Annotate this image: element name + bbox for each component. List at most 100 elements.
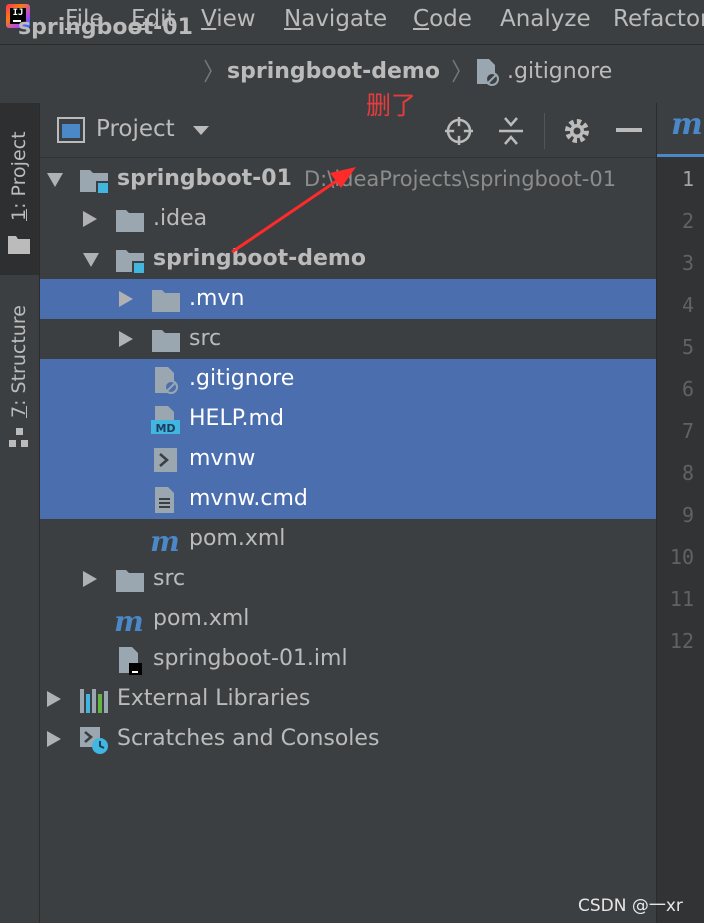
project-tree: springboot-01 D:\ideaProjects\springboot-… (40, 158, 656, 923)
expand-arrow-right-icon[interactable] (119, 331, 133, 347)
module-folder-icon (116, 250, 145, 274)
line-number: 6 (681, 377, 694, 401)
toolbar-divider (544, 113, 545, 149)
line-number: 12 (669, 629, 694, 653)
tree-row-scratches-and-consoles[interactable]: Scratches and Consoles (40, 719, 656, 759)
maven-icon: m (150, 525, 180, 555)
tree-item-label: springboot-01 (117, 166, 292, 191)
project-view-icon (57, 117, 85, 143)
svg-text:MD: MD (155, 422, 175, 435)
hide-icon[interactable] (616, 128, 642, 134)
tree-row-idea[interactable]: .idea (40, 199, 656, 239)
expand-arrow-right-icon[interactable] (47, 691, 61, 707)
tree-item-label: springboot-01.iml (153, 646, 348, 671)
tree-row-help-md[interactable]: MD HELP.md (40, 399, 656, 439)
tool-tab-project[interactable]: 1: Project (0, 103, 39, 275)
tree-row-src[interactable]: src (40, 319, 656, 359)
markdown-file-icon: MD (151, 406, 180, 435)
expand-arrow-down-icon[interactable] (47, 173, 63, 187)
breadcrumb-item-springboot-demo[interactable]: springboot-demo (227, 57, 440, 87)
svg-text:m: m (114, 605, 144, 635)
tree-row-src[interactable]: src (40, 559, 656, 599)
line-number: 9 (681, 503, 694, 527)
structure-icon (9, 428, 28, 447)
maven-icon: m (114, 605, 144, 635)
editor-gutter (656, 103, 704, 923)
project-panel-header: Project (40, 103, 656, 158)
folder-icon (116, 570, 144, 592)
tree-row-pom-xml[interactable]: m pom.xml (40, 599, 656, 639)
tree-item-label: src (153, 566, 186, 591)
expand-arrow-right-icon[interactable] (83, 571, 97, 587)
expand-arrow-right-icon[interactable] (47, 731, 61, 747)
expand-arrow-right-icon[interactable] (119, 291, 133, 307)
tree-row-springboot-01-iml[interactable]: springboot-01.iml (40, 639, 656, 679)
line-number: 11 (669, 587, 694, 611)
folder-icon (116, 210, 144, 232)
svg-text:m: m (150, 525, 180, 555)
project-folder-icon (8, 236, 30, 254)
line-number: 5 (681, 335, 694, 359)
folder-icon (152, 330, 180, 352)
libraries-icon (80, 689, 108, 713)
tool-tab-structure[interactable]: 7: Structure (0, 285, 39, 455)
tree-row-springboot-01[interactable]: springboot-01 D:\ideaProjects\springboot-… (40, 159, 656, 199)
tree-item-label: mvnw.cmd (189, 486, 308, 511)
line-number: 10 (669, 545, 694, 569)
tool-tab-project-label: 1: Project (8, 131, 30, 221)
module-folder-icon (80, 170, 109, 194)
line-number: 1 (681, 167, 694, 191)
tree-item-label: .mvn (189, 286, 245, 311)
tree-row-external-libraries[interactable]: External Libraries (40, 679, 656, 719)
menu-item-navigate[interactable]: Navigate (284, 2, 387, 36)
line-number: 7 (681, 419, 694, 443)
breadcrumb-item-springboot-01[interactable]: springboot-01 (18, 13, 193, 43)
editor-tab-pom-xml[interactable]: m (657, 103, 704, 157)
tool-tab-structure-label: 7: Structure (8, 305, 30, 418)
tree-item-label: Scratches and Consoles (117, 726, 380, 751)
locate-icon[interactable] (444, 116, 474, 146)
tree-row-mvnw-cmd[interactable]: mvnw.cmd (40, 479, 656, 519)
collapse-all-icon[interactable] (497, 115, 525, 147)
menu-item-analyze[interactable]: Analyze (500, 2, 591, 36)
gear-icon[interactable] (562, 116, 592, 146)
iml-file-icon (119, 647, 142, 675)
tree-item-label: .gitignore (189, 366, 295, 391)
chevron-down-icon[interactable] (192, 125, 210, 137)
tree-row-mvn[interactable]: .mvn (40, 279, 656, 319)
maven-icon: m (671, 107, 703, 142)
breadcrumb-item-gitignore[interactable]: .gitignore (507, 57, 612, 87)
line-number: 8 (681, 461, 694, 485)
expand-arrow-down-icon[interactable] (83, 253, 99, 267)
watermark: CSDN @一xr (578, 896, 683, 916)
folder-icon (152, 290, 180, 312)
project-panel-title[interactable]: Project (96, 114, 175, 144)
menu-item-refactor[interactable]: Refactor (613, 2, 704, 36)
expand-arrow-right-icon[interactable] (83, 211, 97, 227)
tree-item-label: External Libraries (117, 686, 311, 711)
breadcrumb-separator-icon (452, 59, 460, 83)
menu-item-view[interactable]: View (201, 2, 256, 36)
tree-row-pom-xml[interactable]: m pom.xml (40, 519, 656, 559)
tree-item-label: .idea (153, 206, 208, 231)
tree-row-springboot-demo[interactable]: springboot-demo (40, 239, 656, 279)
line-number: 4 (681, 293, 694, 317)
tree-item-label: springboot-demo (153, 246, 366, 271)
tree-row-mvnw[interactable]: mvnw (40, 439, 656, 479)
line-number: 3 (681, 251, 694, 275)
tree-item-label: pom.xml (153, 606, 250, 631)
annotation-text: 删了 (366, 91, 417, 120)
tree-row-gitignore[interactable]: .gitignore (40, 359, 656, 399)
tree-item-label: mvnw (189, 446, 256, 471)
ignored-file-icon (477, 59, 499, 86)
breadcrumb-separator-icon (204, 59, 212, 83)
tree-item-label: HELP.md (189, 406, 284, 431)
menu-item-code[interactable]: Code (413, 2, 472, 36)
scratches-icon (80, 727, 108, 754)
text-file-icon (155, 487, 174, 513)
shell-script-icon (154, 448, 177, 472)
ignored-file-icon (155, 367, 178, 394)
line-number: 2 (681, 209, 694, 233)
tree-item-label: pom.xml (189, 526, 286, 551)
tree-item-label: src (189, 326, 222, 351)
